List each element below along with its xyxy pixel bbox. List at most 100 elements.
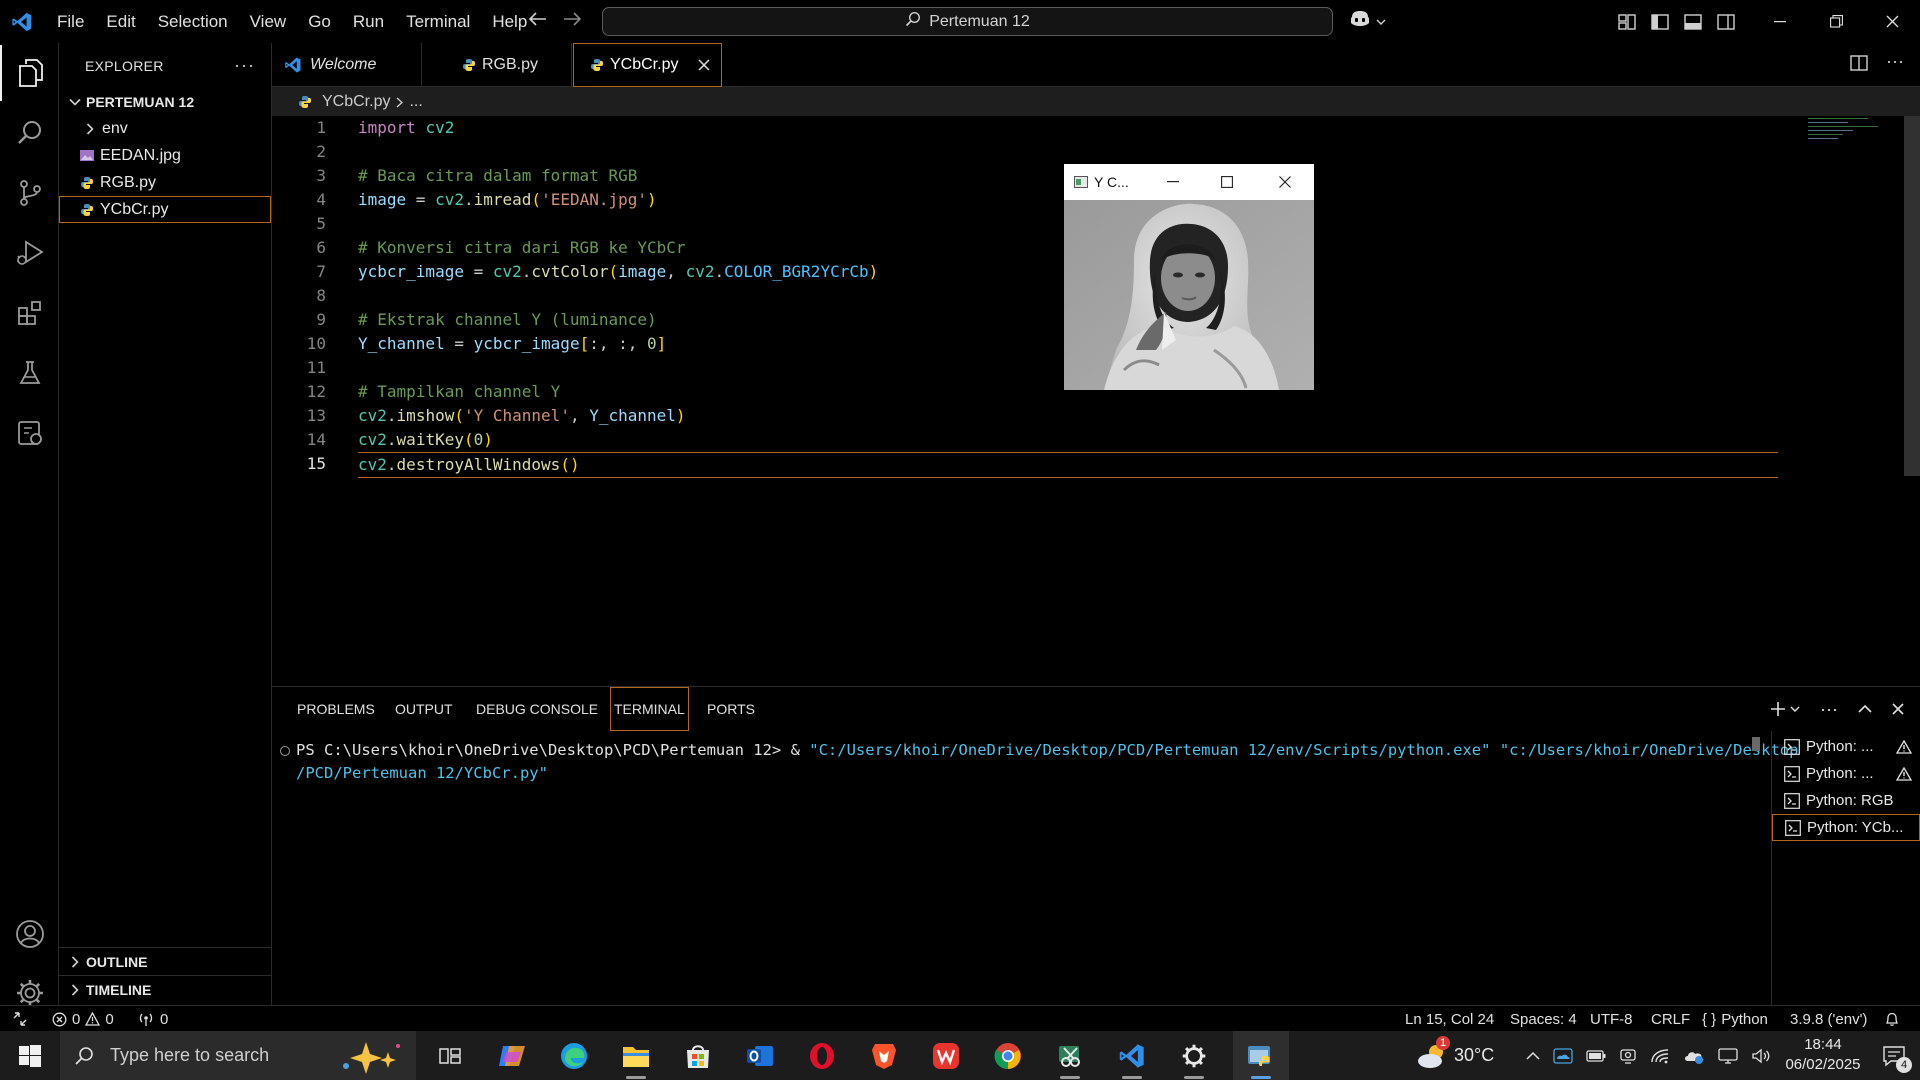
wps-office-icon[interactable] <box>918 1031 974 1080</box>
opencv-image-window[interactable]: Y C... <box>1064 164 1314 390</box>
close-tab-icon[interactable] <box>698 59 710 71</box>
battery-icon[interactable] <box>1586 1049 1606 1063</box>
weather-widget[interactable]: 1 30°C <box>1416 1031 1494 1080</box>
python-window-taskbar-icon[interactable] <box>1233 1031 1289 1080</box>
wifi-icon[interactable] <box>1650 1048 1670 1064</box>
indentation-status[interactable]: Spaces: 4 <box>1510 1006 1577 1032</box>
notification-center[interactable]: 4 <box>1868 1031 1920 1080</box>
opera-browser-icon[interactable] <box>794 1031 850 1080</box>
menu-file[interactable]: File <box>46 0 95 43</box>
brave-browser-icon[interactable] <box>856 1031 912 1080</box>
toggle-panel-icon[interactable] <box>1676 0 1709 43</box>
minimap[interactable] <box>1788 116 1878 156</box>
close-window-button[interactable] <box>1278 176 1291 188</box>
panel-tab-problems[interactable]: PROBLEMS <box>297 687 375 731</box>
terminal-item[interactable]: Python: ... <box>1772 733 1920 760</box>
panel-tab-debug-console[interactable]: DEBUG CONSOLE <box>476 687 598 731</box>
remote-indicator-icon[interactable] <box>12 1006 28 1032</box>
minimize-window-button[interactable] <box>1166 181 1179 183</box>
outline-section[interactable]: OUTLINE <box>59 947 271 975</box>
run-and-debug-icon[interactable] <box>0 225 59 281</box>
explorer-icon[interactable] <box>0 45 59 101</box>
minimize-window-button[interactable] <box>1752 0 1808 43</box>
back-arrow-icon[interactable] <box>528 11 548 32</box>
terminal-item[interactable]: Python: RGB <box>1772 787 1920 814</box>
breadcrumb-file[interactable]: YCbCr.py <box>322 93 390 111</box>
windows-start-icon[interactable] <box>2 1031 58 1080</box>
webcam-icon[interactable] <box>1619 1048 1637 1064</box>
more-actions-icon[interactable]: ··· <box>234 55 255 76</box>
toggle-secondary-sidebar-icon[interactable] <box>1709 0 1742 43</box>
panel-tab-output[interactable]: OUTPUT <box>395 687 453 731</box>
copilot-menu[interactable] <box>1348 0 1386 43</box>
taskbar-search-box[interactable]: Type here to search <box>60 1031 416 1080</box>
settings-gear-icon[interactable] <box>1166 1031 1222 1080</box>
network-cloud-icon[interactable] <box>1683 1048 1705 1064</box>
terminal-output[interactable]: PS C:\Users\khoir\OneDrive\Desktop\PCD\P… <box>296 739 1798 785</box>
editor-more-actions-icon[interactable]: ··· <box>1886 51 1904 72</box>
clock[interactable]: 18:44 06/02/2025 <box>1778 1035 1868 1075</box>
panel-tab-terminal[interactable]: TERMINAL <box>610 687 689 731</box>
terminal-item-active[interactable]: Python: YCb... <box>1772 814 1920 841</box>
eol-status[interactable]: CRLF <box>1651 1006 1690 1032</box>
tab-rgb-py[interactable]: RGB.py <box>422 43 572 87</box>
outlook-icon[interactable] <box>732 1031 788 1080</box>
toggle-primary-sidebar-icon[interactable] <box>1643 0 1676 43</box>
tab-ycbcr-py[interactable]: YCbCr.py <box>573 43 722 87</box>
language-mode[interactable]: { } Python <box>1702 1006 1768 1032</box>
close-window-button[interactable] <box>1864 0 1920 43</box>
customize-layout-icon[interactable] <box>1610 0 1643 43</box>
maximize-window-button[interactable] <box>1220 176 1233 188</box>
folder-header-pertemuan-12[interactable]: PERTEMUAN 12 <box>59 88 271 115</box>
remote-explorer-icon[interactable] <box>0 405 59 461</box>
accounts-icon[interactable] <box>0 906 59 962</box>
menu-edit[interactable]: Edit <box>95 0 146 43</box>
ports-status[interactable]: 0 <box>137 1006 168 1032</box>
restore-window-button[interactable] <box>1808 0 1864 43</box>
chevron-up-icon[interactable] <box>1526 1051 1540 1061</box>
display-icon[interactable] <box>1718 1047 1738 1064</box>
forward-arrow-icon[interactable] <box>562 11 582 32</box>
task-view-icon[interactable] <box>422 1031 478 1080</box>
tree-item-ycbcr-py[interactable]: YCbCr.py <box>59 196 271 223</box>
search-icon[interactable] <box>0 105 59 161</box>
source-control-icon[interactable] <box>0 165 59 221</box>
python-interpreter[interactable]: 3.9.8 ('env') <box>1790 1006 1867 1032</box>
edge-browser-icon[interactable] <box>546 1031 602 1080</box>
new-terminal-icon[interactable] <box>1770 701 1800 717</box>
close-panel-icon[interactable] <box>1892 703 1904 715</box>
tab-welcome[interactable]: Welcome <box>272 43 422 87</box>
command-center-search[interactable]: Pertemuan 12 <box>602 7 1333 36</box>
image-window-titlebar[interactable]: Y C... <box>1064 164 1314 200</box>
snipping-tool-icon[interactable] <box>1042 1031 1098 1080</box>
copilot-app-icon[interactable] <box>484 1031 540 1080</box>
tree-item-env[interactable]: env <box>59 115 271 142</box>
vscode-taskbar-icon[interactable] <box>1104 1031 1160 1080</box>
menu-go[interactable]: Go <box>297 0 342 43</box>
editor-scrollbar[interactable] <box>1904 116 1920 476</box>
tree-item-eedan-jpg[interactable]: EEDAN.jpg <box>59 142 271 169</box>
split-editor-icon[interactable] <box>1850 55 1868 76</box>
menu-terminal[interactable]: Terminal <box>395 0 481 43</box>
terminal-scrollbar[interactable] <box>1752 737 1760 751</box>
tree-item-rgb-py[interactable]: RGB.py <box>59 169 271 196</box>
breadcrumb-more[interactable]: ... <box>409 93 422 111</box>
terminal-item[interactable]: Python: ... <box>1772 760 1920 787</box>
menu-run[interactable]: Run <box>342 0 395 43</box>
problems-status[interactable]: 0 0 <box>52 1006 114 1032</box>
extensions-icon[interactable] <box>0 285 59 341</box>
cursor-position[interactable]: Ln 15, Col 24 <box>1405 1006 1494 1032</box>
volume-icon[interactable] <box>1751 1048 1771 1064</box>
panel-more-actions-icon[interactable]: ··· <box>1820 699 1838 720</box>
menu-view[interactable]: View <box>239 0 298 43</box>
file-explorer-icon[interactable] <box>608 1031 664 1080</box>
microsoft-store-icon[interactable] <box>670 1031 726 1080</box>
menu-selection[interactable]: Selection <box>147 0 239 43</box>
timeline-section[interactable]: TIMELINE <box>59 975 271 1003</box>
chrome-browser-icon[interactable] <box>980 1031 1036 1080</box>
maximize-panel-icon[interactable] <box>1858 704 1872 714</box>
onedrive-icon[interactable] <box>1553 1047 1573 1064</box>
terminal-command-decoration[interactable] <box>280 746 290 756</box>
testing-flask-icon[interactable] <box>0 345 59 401</box>
panel-tab-ports[interactable]: PORTS <box>707 687 755 731</box>
